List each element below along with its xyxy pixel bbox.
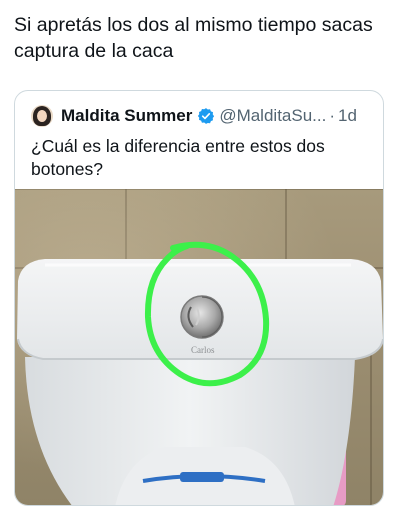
quoted-tweet-card[interactable]: Maldita Summer @MalditaSu... · 1d ¿Cuál … bbox=[14, 90, 384, 506]
tweet-time[interactable]: 1d bbox=[338, 106, 357, 126]
quoted-tweet-text: ¿Cuál es la diferencia entre estos dos b… bbox=[31, 136, 325, 179]
avatar[interactable] bbox=[31, 105, 53, 127]
quoted-tweet-header: Maldita Summer @MalditaSu... · 1d bbox=[31, 105, 371, 127]
toilet-tank-illustration: Carlos bbox=[17, 241, 383, 505]
author-handle[interactable]: @MalditaSu... bbox=[219, 106, 326, 126]
verified-badge-icon bbox=[198, 108, 215, 124]
quoted-tweet-photo[interactable]: Carlos bbox=[15, 189, 383, 505]
author-name[interactable]: Maldita Summer bbox=[61, 106, 192, 126]
post-text: Si apretás los dos al mismo tiempo sacas… bbox=[14, 14, 373, 62]
header-separator: · bbox=[329, 106, 336, 125]
svg-text:Carlos: Carlos bbox=[191, 345, 215, 355]
